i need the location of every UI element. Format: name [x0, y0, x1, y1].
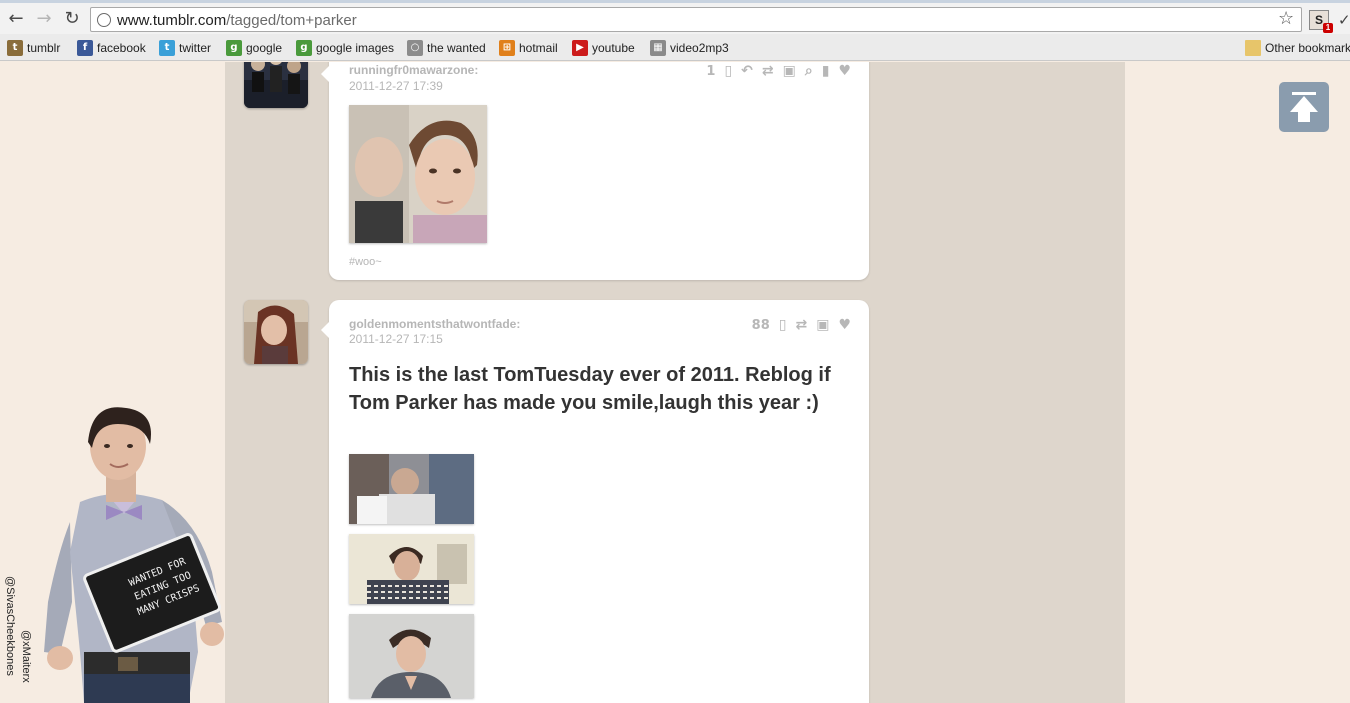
- bookmark-facebook[interactable]: f facebook: [77, 39, 146, 57]
- back-button[interactable]: ←: [5, 8, 27, 30]
- extension-button[interactable]: S1: [1309, 10, 1333, 33]
- heart-icon[interactable]: ♥: [838, 317, 851, 333]
- post-date[interactable]: 2011-12-27 17:15: [349, 332, 443, 346]
- post-text: This is the last TomTuesday ever of 2011…: [349, 364, 831, 414]
- reblog-icon[interactable]: ⇄: [795, 317, 807, 333]
- reply-icon[interactable]: ↶: [741, 63, 753, 79]
- google-icon: g: [226, 40, 242, 56]
- post-date[interactable]: 2011-12-27 17:39: [349, 79, 443, 93]
- search-icon[interactable]: ⌕: [805, 63, 813, 79]
- image-credit: @xMaiterx: [20, 630, 32, 683]
- other-bookmarks[interactable]: Other bookmarks: [1245, 39, 1350, 57]
- video2mp3-icon: ▦: [650, 40, 666, 56]
- bookmark-video2mp3[interactable]: ▦ video2mp3: [650, 39, 729, 57]
- post-photo[interactable]: [349, 614, 474, 698]
- heart-icon[interactable]: ♥: [838, 63, 851, 79]
- avatar-photo: [244, 300, 308, 364]
- bookmark-label: twitter: [179, 41, 212, 55]
- post-tags[interactable]: #woo~: [349, 256, 382, 268]
- arrow-up-icon: [1290, 92, 1318, 122]
- notes-icon[interactable]: ▯: [724, 63, 732, 79]
- address-bar[interactable]: www.tumblr.com/tagged/tom+parker: [90, 7, 1302, 32]
- notes-count[interactable]: 88: [752, 318, 770, 333]
- post-card: goldenmomentsthatwontfade: 2011-12-27 17…: [321, 300, 869, 703]
- bookmark-twitter[interactable]: t twitter: [159, 39, 211, 57]
- extension-letter: S: [1314, 13, 1323, 27]
- reload-button[interactable]: ↻: [61, 8, 83, 30]
- globe-icon: ○: [407, 40, 423, 56]
- tumblr-page: runningfr0mawarzone: 2011-12-27 17:39 1 …: [0, 62, 1350, 703]
- facebook-icon: f: [77, 40, 93, 56]
- post-author[interactable]: goldenmomentsthatwontfade:: [349, 317, 520, 331]
- bookmark-icon[interactable]: ▮: [822, 63, 830, 79]
- other-bookmarks-label: Other bookmarks: [1265, 41, 1350, 55]
- tumblr-icon: t: [7, 40, 23, 56]
- url-path: /tagged/tom+parker: [226, 12, 357, 29]
- google-icon: g: [296, 40, 312, 56]
- post-controls: 1 ▯ ↶ ⇄ ▣ ⌕ ▮ ♥: [706, 63, 851, 79]
- bookmark-label: google images: [316, 41, 395, 55]
- bookmark-label: youtube: [592, 41, 635, 55]
- avatar[interactable]: [244, 300, 308, 364]
- bookmark-label: the wanted: [427, 41, 486, 55]
- bookmark-hotmail[interactable]: ⊞ hotmail: [499, 39, 558, 57]
- reblog-icon[interactable]: ⇄: [762, 63, 774, 79]
- page-info-icon[interactable]: [97, 13, 111, 27]
- bookmark-label: hotmail: [519, 41, 558, 55]
- folder-icon: [1245, 40, 1261, 56]
- bookmark-label: google: [246, 41, 283, 55]
- avatar[interactable]: [244, 62, 308, 108]
- bookmark-youtube[interactable]: ▶ youtube: [572, 39, 635, 57]
- extension-badge: 1: [1323, 23, 1333, 33]
- gif-frame-1: [349, 454, 474, 524]
- photo-icon[interactable]: ▣: [783, 63, 796, 79]
- wrench-icon[interactable]: ✓: [1338, 11, 1350, 29]
- bookmarks-bar: t tumblr f facebook t twitter g google g goog…: [0, 34, 1350, 61]
- forward-button[interactable]: →: [33, 8, 55, 30]
- url-host: www.tumblr.com: [117, 12, 227, 29]
- notes-icon[interactable]: ▯: [779, 317, 787, 333]
- post-nub: [321, 66, 329, 82]
- gif-frame-2: [349, 534, 474, 604]
- gif-frame-3: [349, 614, 474, 698]
- post-nub: [321, 322, 329, 338]
- back-to-top-button[interactable]: [1279, 82, 1329, 132]
- sidebar-image: WANTED FOR EATING TOO MANY CRISPS: [0, 402, 240, 703]
- post-controls: 88 ▯ ⇄ ▣ ♥: [752, 317, 851, 333]
- photo-icon[interactable]: ▣: [816, 317, 829, 333]
- avatar-photo: [244, 62, 308, 108]
- bookmark-tumblr[interactable]: t tumblr: [7, 39, 60, 57]
- post-photo[interactable]: [349, 105, 487, 243]
- bookmark-google[interactable]: g google: [226, 39, 282, 57]
- twitter-icon: t: [159, 40, 175, 56]
- post-author[interactable]: runningfr0mawarzone:: [349, 63, 478, 77]
- windows-icon: ⊞: [499, 40, 515, 56]
- bookmark-label: tumblr: [27, 41, 61, 55]
- post-photo[interactable]: [349, 454, 474, 524]
- notes-count[interactable]: 1: [706, 64, 715, 79]
- browser-toolbar: ← → ↻ www.tumblr.com/tagged/tom+parker ☆…: [0, 3, 1350, 34]
- bookmark-the-wanted[interactable]: ○ the wanted: [407, 39, 486, 57]
- image-credit: @SivasCheekbones: [4, 576, 16, 676]
- tom-parker-photo: [349, 105, 487, 243]
- bookmark-label: facebook: [97, 41, 146, 55]
- post-photo[interactable]: [349, 534, 474, 604]
- youtube-icon: ▶: [572, 40, 588, 56]
- bookmark-google-images[interactable]: g google images: [296, 39, 394, 57]
- bookmark-star-icon[interactable]: ☆: [1278, 8, 1294, 29]
- url-text[interactable]: www.tumblr.com/tagged/tom+parker: [117, 12, 357, 29]
- bookmark-label: video2mp3: [670, 41, 729, 55]
- post-card: runningfr0mawarzone: 2011-12-27 17:39 1 …: [321, 62, 869, 280]
